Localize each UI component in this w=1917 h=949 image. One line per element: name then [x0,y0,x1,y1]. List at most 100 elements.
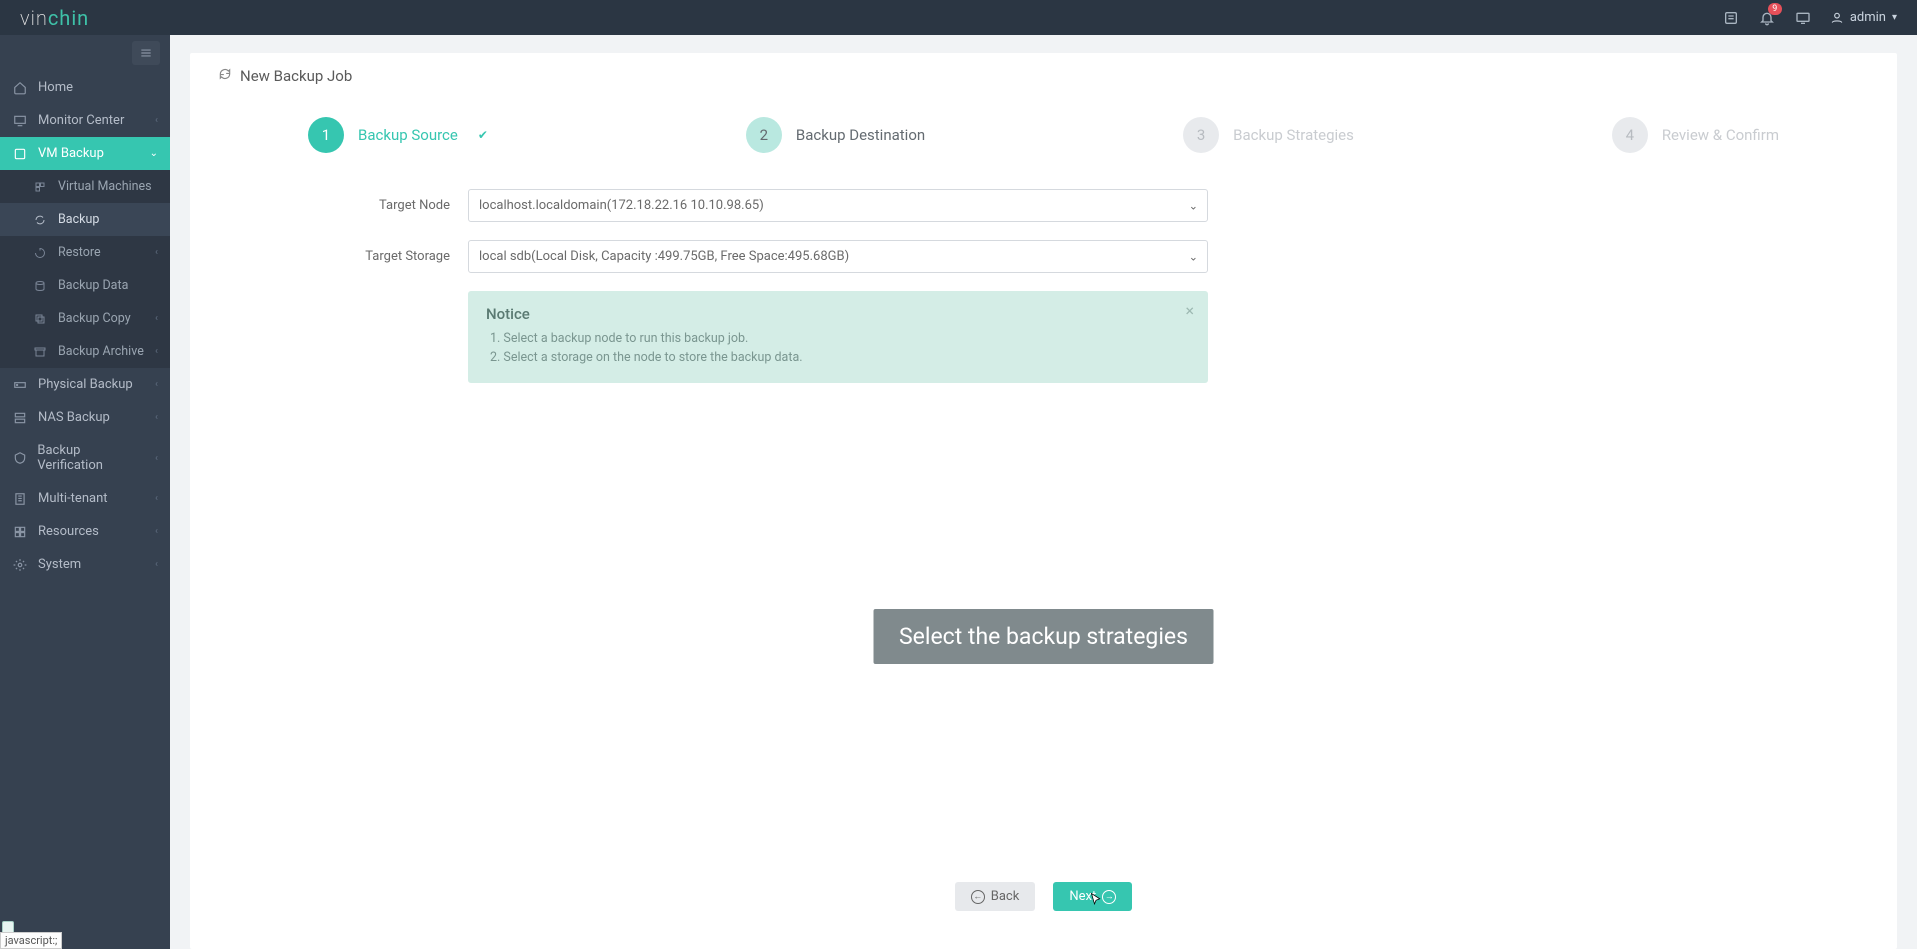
sidebar-item-verification[interactable]: Backup Verification ‹ [0,434,170,482]
sidebar-item-vms[interactable]: Virtual Machines [0,170,170,203]
chevron-icon: ‹ [155,379,158,390]
notice-line2: 2. Select a storage on the node to store… [490,350,1190,365]
sidebar: Home Monitor Center ‹ VM Backup ⌄ Virtua… [0,35,170,949]
sidebar-item-resources[interactable]: Resources ‹ [0,515,170,548]
chevron-icon: ‹ [155,247,158,258]
sidebar-item-vmbackup[interactable]: VM Backup ⌄ [0,137,170,170]
data-icon [32,280,48,292]
sidebar-label: Backup Data [58,278,128,293]
copy-icon [32,313,48,325]
step-label: Backup Source [358,126,458,144]
sidebar-label: Monitor Center [38,113,124,128]
step-number: 2 [746,117,782,153]
panel-title-row: New Backup Job [218,67,1869,97]
sidebar-label: NAS Backup [38,410,110,425]
notice-title: Notice [486,305,1190,323]
step-label: Backup Destination [796,126,925,144]
back-label: Back [991,889,1020,904]
chevron-icon: ‹ [155,559,158,570]
sidebar-item-backupcopy[interactable]: Backup Copy ‹ [0,302,170,335]
arrow-right-icon: → [1102,890,1116,904]
target-node-label: Target Node [308,198,468,213]
logo-part1: vin [20,6,48,30]
sidebar-label: Resources [38,524,99,539]
sidebar-label: VM Backup [38,146,104,161]
main-content: New Backup Job 1 Backup Source ✔ 2 Backu… [170,35,1917,949]
step-label: Backup Strategies [1233,126,1354,144]
row-target-storage: Target Storage local sdb(Local Disk, Cap… [308,240,1779,273]
nas-icon [12,411,28,425]
sidebar-sub-vmbackup: Virtual Machines Backup Restore ‹ Backup… [0,170,170,368]
logo[interactable]: vinchin [20,6,89,30]
page-title: New Backup Job [240,67,352,85]
status-bar-hint: javascript:; [0,932,62,949]
target-storage-select[interactable]: local sdb(Local Disk, Capacity :499.75GB… [468,240,1208,273]
sidebar-item-system[interactable]: System ‹ [0,548,170,581]
sidebar-label: Restore [58,245,101,260]
panel: New Backup Job 1 Backup Source ✔ 2 Backu… [190,53,1897,949]
next-label: Next [1069,889,1096,904]
sidebar-item-nas[interactable]: NAS Backup ‹ [0,401,170,434]
step-3[interactable]: 3 Backup Strategies [1183,117,1354,153]
sidebar-label: Multi-tenant [38,491,108,506]
sidebar-label: Backup [58,212,99,227]
sidebar-label: Physical Backup [38,377,133,392]
sidebar-toggle[interactable] [132,41,160,65]
chevron-icon: ‹ [155,346,158,357]
footer-buttons: ← Back Next → [218,864,1869,935]
screen-icon[interactable] [1794,9,1812,27]
form-area: Target Node localhost.localdomain(172.18… [218,189,1869,383]
verify-icon [12,451,27,465]
sidebar-item-restore[interactable]: Restore ‹ [0,236,170,269]
chevron-down-icon: ▾ [1892,12,1897,23]
step-1[interactable]: 1 Backup Source ✔ [308,117,488,153]
back-button[interactable]: ← Back [955,882,1036,911]
vm-icon [12,147,28,161]
topbar: vinchin 9 admin ▾ [0,0,1917,35]
sidebar-label: Backup Copy [58,311,131,326]
target-storage-select-wrap: local sdb(Local Disk, Capacity :499.75GB… [468,240,1208,273]
sidebar-item-home[interactable]: Home [0,71,170,104]
refresh-icon [32,214,48,226]
notice-box: × Notice 1. Select a backup node to run … [468,291,1208,383]
monitor-icon [12,114,28,128]
sidebar-label: System [38,557,81,572]
sidebar-item-multitenant[interactable]: Multi-tenant ‹ [0,482,170,515]
tasks-icon[interactable] [1722,9,1740,27]
step-2[interactable]: 2 Backup Destination [746,117,925,153]
check-icon: ✔ [478,128,488,142]
user-menu[interactable]: admin ▾ [1830,10,1897,25]
chevron-icon: ‹ [155,453,158,464]
target-node-select-wrap: localhost.localdomain(172.18.22.16 10.10… [468,189,1208,222]
sidebar-item-backuparchive[interactable]: Backup Archive ‹ [0,335,170,368]
sidebar-item-monitor[interactable]: Monitor Center ‹ [0,104,170,137]
sidebar-item-backup[interactable]: Backup [0,203,170,236]
sidebar-item-physical[interactable]: Physical Backup ‹ [0,368,170,401]
sidebar-label: Backup Verification [37,443,145,473]
overlay-tooltip: Select the backup strategies [873,609,1214,664]
logo-part2: chin [48,6,89,30]
chevron-icon: ‹ [155,493,158,504]
tenant-icon [12,492,28,506]
row-target-node: Target Node localhost.localdomain(172.18… [308,189,1779,222]
home-icon [12,81,28,95]
next-button[interactable]: Next → [1053,882,1132,911]
notice-line1: 1. Select a backup node to run this back… [490,331,1190,346]
arrow-left-icon: ← [971,890,985,904]
physical-icon [12,378,28,392]
step-number: 3 [1183,117,1219,153]
chevron-icon: ‹ [155,412,158,423]
restore-icon [32,247,48,259]
refresh-icon[interactable] [218,67,232,85]
sidebar-item-backupdata[interactable]: Backup Data [0,269,170,302]
username: admin [1850,10,1886,25]
step-number: 1 [308,117,344,153]
step-label: Review & Confirm [1662,126,1779,144]
step-4[interactable]: 4 Review & Confirm [1612,117,1779,153]
bell-icon[interactable]: 9 [1758,9,1776,27]
archive-icon [32,346,48,358]
close-icon[interactable]: × [1185,301,1194,320]
vms-icon [32,181,48,193]
target-node-select[interactable]: localhost.localdomain(172.18.22.16 10.10… [468,189,1208,222]
notification-badge: 9 [1768,3,1782,15]
